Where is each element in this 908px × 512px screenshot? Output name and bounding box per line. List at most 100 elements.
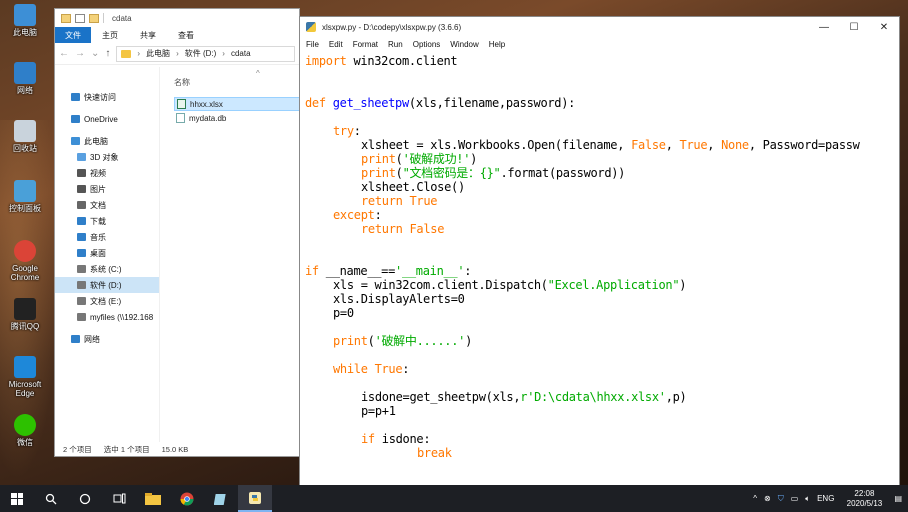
file-row[interactable]: mydata.db <box>174 111 299 125</box>
clock[interactable]: 22:08 2020/5/13 <box>841 489 887 509</box>
network-icon[interactable]: ▭ <box>791 494 799 503</box>
maximize-button[interactable]: ☐ <box>839 17 869 37</box>
menu-file[interactable]: File <box>306 40 319 49</box>
desktop-shortcut[interactable]: 回收站 <box>4 120 46 153</box>
file-row[interactable]: hhxx.xlsx <box>174 97 299 111</box>
menu-edit[interactable]: Edit <box>329 40 343 49</box>
code-token: print <box>361 166 396 180</box>
taskbar-chrome[interactable] <box>170 485 204 512</box>
code-token: : <box>402 362 410 376</box>
menu-window[interactable]: Window <box>450 40 478 49</box>
tab-home[interactable]: 主页 <box>91 27 129 43</box>
menu-options[interactable]: Options <box>413 40 441 49</box>
cortana-button[interactable] <box>68 485 102 512</box>
tab-share[interactable]: 共享 <box>129 27 167 43</box>
code-token: xlsheet = xls.Workbooks.Open(filename, <box>361 138 632 152</box>
show-hidden-icons-chevron-icon[interactable]: ^ <box>753 494 757 503</box>
nav-item[interactable]: 桌面 <box>55 245 159 261</box>
code-editor[interactable]: import win32com.client def get_sheetpw(xl… <box>300 52 899 487</box>
nav-item[interactable]: 下载 <box>55 213 159 229</box>
code-token: ( <box>395 166 403 180</box>
properties-icon[interactable] <box>75 13 85 23</box>
start-button[interactable] <box>0 485 34 512</box>
notepad-icon <box>214 493 226 505</box>
nav-item[interactable]: 3D 对象 <box>55 149 159 165</box>
nav-item[interactable]: 快速访问 <box>55 89 159 105</box>
input-language[interactable]: ENG <box>817 494 834 503</box>
code-token: "文档密码是：{}" <box>402 166 501 180</box>
nav-item-label: 桌面 <box>90 248 106 258</box>
desktop-shortcut[interactable]: 此电脑 <box>4 4 46 37</box>
desktop-shortcut[interactable]: 网络 <box>4 62 46 95</box>
windows-logo-icon <box>11 492 23 505</box>
code-line: p=0 <box>333 306 354 320</box>
nav-item[interactable]: 此电脑 <box>55 133 159 149</box>
menu-help[interactable]: Help <box>489 40 505 49</box>
code-line: xlsheet.Close() <box>361 180 465 194</box>
forward-arrow-icon[interactable]: → <box>75 48 85 59</box>
nav-item[interactable]: OneDrive <box>55 111 159 127</box>
desktop-shortcut-label: 回收站 <box>13 144 37 153</box>
code-token: '破解中......' <box>374 334 466 348</box>
search-icon <box>45 493 57 504</box>
new-folder-icon[interactable] <box>89 13 99 23</box>
breadcrumb-drive-d[interactable]: 软件 (D:) <box>185 48 217 59</box>
nav-item[interactable]: 视频 <box>55 165 159 181</box>
breadcrumb-this-pc[interactable]: 此电脑 <box>146 48 170 59</box>
desktop-shortcut[interactable]: 腾讯QQ <box>4 298 46 331</box>
nav-item[interactable]: 音乐 <box>55 229 159 245</box>
nav-item-label: 3D 对象 <box>90 152 119 162</box>
search-button[interactable] <box>34 485 68 512</box>
minimize-button[interactable]: — <box>809 17 839 37</box>
tab-file[interactable]: 文件 <box>55 27 91 43</box>
column-header-name[interactable]: 名称 <box>160 77 190 88</box>
nav-item[interactable]: myfiles (\\192.168 <box>55 309 159 325</box>
desktop-shortcut[interactable]: 微信 <box>4 414 46 447</box>
nav-item[interactable]: 图片 <box>55 181 159 197</box>
volume-icon[interactable]: 🔈︎ <box>805 494 810 504</box>
tab-view[interactable]: 查看 <box>167 27 205 43</box>
chevron-down-icon[interactable]: ⌄ <box>91 48 99 59</box>
menu-format[interactable]: Format <box>353 40 378 49</box>
notifications-icon[interactable]: ▤ <box>894 494 902 503</box>
file-name: hhxx.xlsx <box>190 99 223 109</box>
back-arrow-icon[interactable]: ← <box>59 48 69 59</box>
code-token: return <box>361 222 403 236</box>
taskbar: ^ ⊗ ⛉ ▭ 🔈︎ ENG 22:08 2020/5/13 ▤ <box>0 485 908 512</box>
task-view-button[interactable] <box>102 485 136 512</box>
clock-date: 2020/5/13 <box>846 498 883 508</box>
taskbar-file-explorer[interactable] <box>136 485 170 512</box>
explorer-body: 快速访问 OneDrive 此电脑 3D 对象视频 图片 文档 下载 音乐桌面系统 (C:) 软… <box>55 67 299 442</box>
breadcrumb-cdata[interactable]: cdata <box>231 49 251 58</box>
desktop-shortcut[interactable]: Google Chrome <box>4 240 46 282</box>
desktop-shortcut-label: Microsoft Edge <box>8 380 42 398</box>
up-arrow-icon[interactable]: ↑ <box>105 48 110 59</box>
wechat-icon <box>14 414 36 436</box>
nav-item[interactable]: 文档 (E:) <box>55 293 159 309</box>
code-token: while <box>333 362 368 376</box>
code-token: True <box>374 362 403 376</box>
nav-item-icon <box>77 217 86 225</box>
desktop-shortcut[interactable]: 控制面板 <box>4 180 46 213</box>
code-token: '__main__' <box>395 264 465 278</box>
desktop-shortcut[interactable]: Microsoft Edge <box>4 356 46 398</box>
nav-item[interactable]: 文档 <box>55 197 159 213</box>
code-line: print("文档密码是：{}".format(password)) <box>361 166 625 180</box>
explorer-titlebar[interactable]: cdata <box>55 9 299 27</box>
code-token: '破解成功!' <box>402 152 471 166</box>
taskbar-python-idle[interactable] <box>238 485 272 512</box>
qq-icon <box>14 298 36 320</box>
menu-run[interactable]: Run <box>388 40 403 49</box>
defender-shield-icon[interactable]: ⛉ <box>778 494 784 504</box>
nav-item-icon <box>71 93 80 101</box>
nav-item[interactable]: 系统 (C:) <box>55 261 159 277</box>
code-token: xlsheet.Close() <box>361 180 465 194</box>
security-icon[interactable]: ⊗ <box>764 494 771 503</box>
address-bar[interactable]: › 此电脑 › 软件 (D:) › cdata <box>116 45 295 62</box>
nav-item[interactable]: 软件 (D:) <box>55 277 159 293</box>
nav-item[interactable]: 网络 <box>55 331 159 347</box>
close-button[interactable]: ✕ <box>869 17 899 37</box>
taskbar-notepad[interactable] <box>204 485 238 512</box>
